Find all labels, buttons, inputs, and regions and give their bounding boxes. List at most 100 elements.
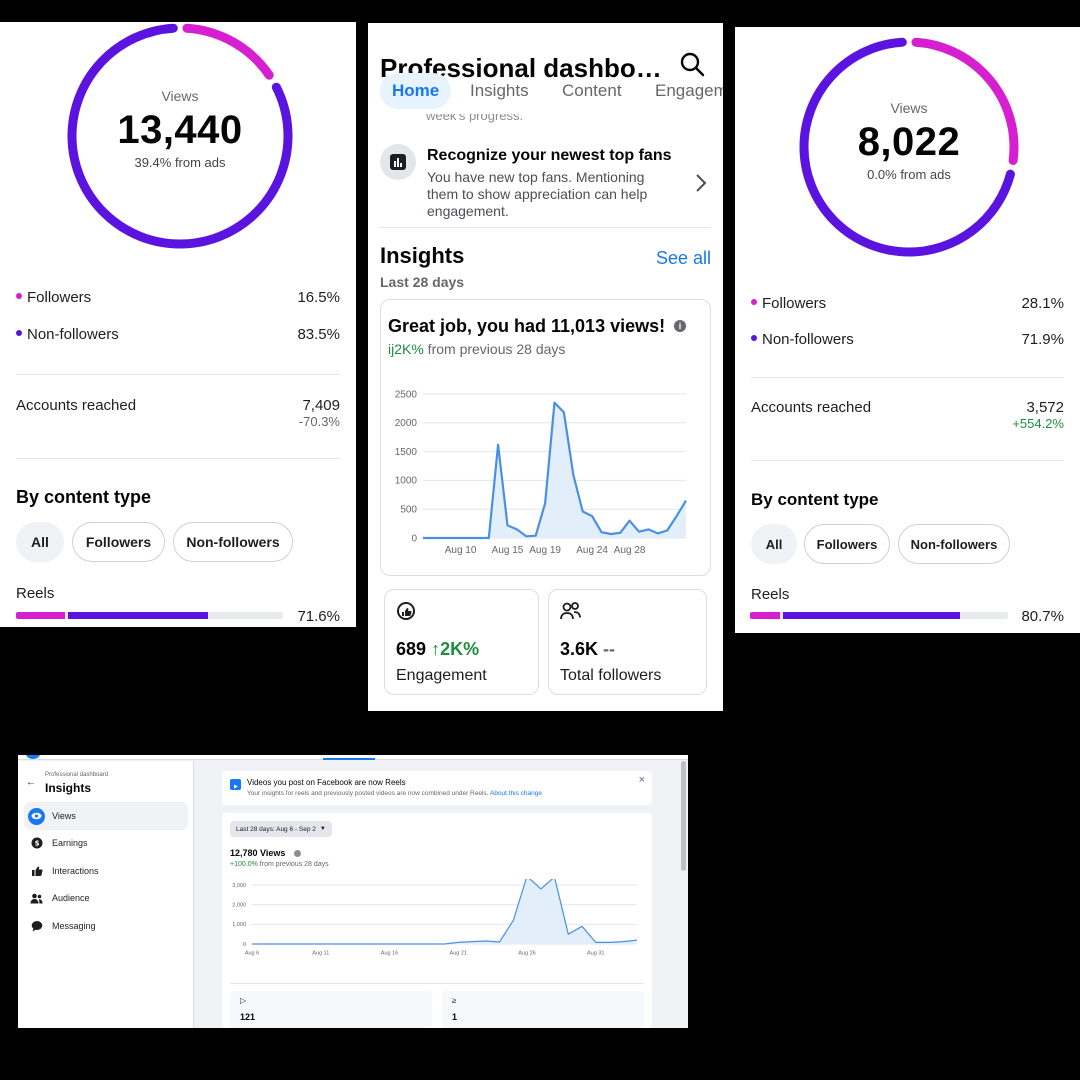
x-tick-label: Aug 21 [450, 951, 467, 957]
thumbs-up-icon [28, 862, 45, 880]
followers-label: Followers [762, 295, 827, 312]
tab-engagement[interactable]: Engagem [655, 73, 723, 109]
engagement-value-row: 689 ↑2K% [396, 639, 479, 660]
reels-bar-followers [16, 612, 66, 619]
stat-value: 121 [240, 1012, 256, 1022]
sidebar-item-views[interactable]: Views [24, 802, 188, 830]
info-icon[interactable] [294, 850, 301, 857]
left-stats-panel: Views 13,440 39.4% from ads Followers 16… [0, 22, 356, 627]
reels-label: Reels [751, 586, 790, 603]
sidebar-item-earnings[interactable]: $ Earnings [24, 829, 188, 857]
partial-progress-text: week's progress. [426, 114, 524, 123]
divider [16, 458, 340, 459]
content-type-title: By content type [16, 487, 152, 507]
browser-top-strip [18, 755, 688, 760]
y-tick-label: 3,000 [232, 883, 246, 889]
sidebar-item-messaging[interactable]: Messaging [24, 912, 188, 940]
stat-card-followers[interactable]: ≥ 1 [442, 991, 644, 1028]
reels-bar-nonfollowers [782, 612, 961, 619]
followers-dot [751, 299, 757, 306]
tab-home[interactable]: Home [380, 73, 452, 109]
stat-card-plays[interactable]: ▷ 121 [230, 991, 432, 1028]
desktop-insights-panel: ← Professional dashboard Insights Views … [18, 755, 688, 1028]
sidebar-item-audience[interactable]: Audience [24, 884, 188, 912]
x-tick-label: Aug 31 [587, 951, 604, 957]
divider [380, 227, 711, 228]
eye-icon [28, 807, 45, 825]
followers-pct: 28.1% [1021, 295, 1064, 312]
content-type-title: By content type [751, 490, 879, 509]
accounts-reached-label: Accounts reached [751, 399, 872, 416]
filter-nonfollowers-pill[interactable]: Non-followers [898, 524, 1010, 564]
sidebar-item-interactions[interactable]: Interactions [24, 857, 188, 885]
banner-link[interactable]: About this change [490, 790, 542, 797]
filter-all-pill[interactable]: All [751, 524, 797, 564]
engagement-value: 689 [396, 639, 427, 659]
reels-pct: 80.7% [1021, 608, 1064, 625]
filter-all-pill[interactable]: All [16, 522, 64, 562]
views-change: ij2K% [388, 341, 424, 357]
breadcrumb[interactable]: Professional dashboard [45, 772, 108, 778]
x-tick-label: Aug 26 [518, 951, 535, 957]
tab-content[interactable]: Content [562, 73, 622, 109]
chevron-right-icon[interactable] [695, 173, 707, 198]
y-tick-label: 2500 [395, 389, 418, 400]
accounts-reached-value: 7,409 [302, 397, 340, 414]
y-tick-label: 1500 [395, 447, 418, 458]
right-stats-panel: Views 8,022 0.0% from ads Followers 28.1… [735, 27, 1080, 633]
banner-body: Your insights for reels and previously p… [247, 790, 489, 797]
sidebar-item-label: Audience [52, 893, 90, 903]
list-play-icon: ≥ [452, 996, 457, 1005]
engagement-card[interactable]: 689 ↑2K% Engagement [384, 589, 539, 695]
views-from-ads: 0.0% from ads [867, 167, 951, 182]
nonfollowers-row: Non-followers 83.5% [16, 326, 340, 343]
see-all-link[interactable]: See all [656, 248, 711, 269]
filter-followers-pill[interactable]: Followers [72, 522, 165, 562]
accounts-reached-row: Accounts reached 3,572 +554.2% [751, 399, 1064, 431]
sidebar-item-label: Views [52, 811, 76, 821]
reels-banner: Videos you post on Facebook are now Reel… [222, 771, 652, 805]
mobile-dashboard-panel: Professional dashbo… Home Insights Conte… [368, 23, 723, 711]
followers-change: -- [603, 639, 616, 659]
reels-bar [750, 612, 1008, 619]
x-tick-label: Aug 24 [576, 545, 608, 556]
views-ring: Views 13,440 39.4% from ads [66, 22, 294, 250]
back-arrow-icon[interactable]: ← [26, 777, 36, 788]
info-icon[interactable]: i [674, 320, 686, 332]
engagement-label: Engagement [396, 667, 487, 684]
nonfollowers-row: Non-followers 71.9% [751, 331, 1064, 348]
views-change-suffix: from previous 28 days [423, 341, 566, 357]
filter-followers-pill[interactable]: Followers [804, 524, 890, 564]
tab-insights[interactable]: Insights [470, 73, 529, 109]
views-line-chart: 3,000 2,000 1,000 0 Aug 6 Aug 11 Aug 16 Aug 21 A… [232, 879, 638, 957]
x-tick-label: Aug 10 [445, 545, 477, 556]
dollar-icon: $ [28, 834, 45, 852]
reels-bar-followers [750, 612, 781, 619]
sidebar-item-label: Interactions [52, 866, 99, 876]
close-icon[interactable]: × [639, 774, 645, 786]
y-tick-label: 2,000 [232, 903, 246, 909]
views-ring: Views 8,022 0.0% from ads [798, 36, 1020, 258]
views-headline: Great job, you had 11,013 views! [388, 316, 666, 336]
top-fans-body: You have new top fans. Mentioning them t… [427, 169, 648, 219]
svg-text:$: $ [34, 840, 39, 848]
date-filter-dropdown[interactable]: Last 28 days: Aug 6 - Sep 2 ▼ [230, 821, 332, 837]
views-total: 13,440 [117, 108, 243, 152]
followers-card[interactable]: 3.6K -- Total followers [548, 589, 707, 695]
play-icon: ▷ [240, 996, 247, 1005]
y-tick-label: 1,000 [232, 922, 246, 928]
x-tick-label: Aug 11 [312, 951, 329, 957]
x-tick-label: Aug 19 [529, 545, 561, 556]
chart-bars-icon [380, 144, 416, 180]
accounts-reached-row: Accounts reached 7,409 -70.3% [16, 397, 340, 429]
filter-nonfollowers-pill[interactable]: Non-followers [173, 522, 293, 562]
reels-icon [230, 779, 241, 790]
scrollbar[interactable] [681, 761, 686, 871]
reels-pct: 71.6% [297, 608, 340, 625]
date-filter-label: Last 28 days: Aug 6 - Sep 2 [236, 825, 316, 833]
stat-value: 1 [452, 1012, 458, 1022]
followers-dot [16, 293, 22, 300]
followers-value-row: 3.6K -- [560, 639, 615, 660]
views-caption: Views [890, 100, 928, 116]
accounts-reached-change: -70.3% [298, 414, 340, 429]
